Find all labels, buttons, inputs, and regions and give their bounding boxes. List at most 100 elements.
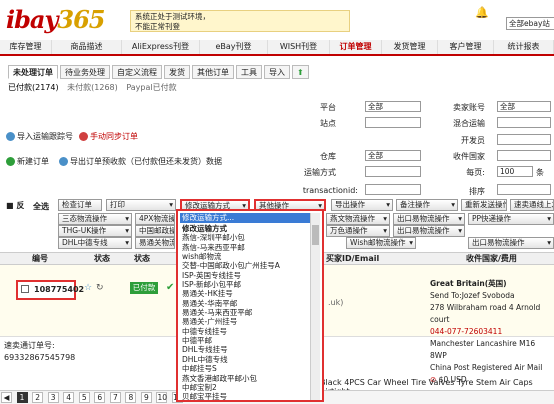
chukou1-ops-button-3[interactable]: 出口易物流操作 ▾ — [468, 237, 554, 249]
china-post-button[interactable]: 中国邮政操作 — [135, 225, 175, 237]
star-icon[interactable]: ☆ — [84, 283, 92, 293]
page-7[interactable]: 7 — [109, 392, 121, 403]
buyer-email[interactable]: .uk) — [328, 298, 343, 307]
status-paypal[interactable]: Paypal已付款 — [126, 83, 176, 92]
buyer-country-select[interactable] — [497, 150, 551, 161]
dropdown-option[interactable]: 中邮挂号S — [180, 364, 308, 373]
nav-aliexpress[interactable]: AliExpress刊登 — [122, 40, 200, 54]
page-8[interactable]: 8 — [125, 392, 137, 403]
export-ops-button[interactable]: 导出操作 ▾ — [331, 199, 393, 211]
dropdown-option[interactable]: 燕信-马来西亚平邮 — [180, 243, 308, 252]
dropdown-option[interactable]: 燕信-深圳平邮小包 — [180, 233, 308, 242]
status-unpaid[interactable]: 未付款(1268) — [67, 83, 118, 92]
nav-reports[interactable]: 统计报表 — [494, 40, 554, 54]
dropdown-option[interactable]: 易通关-HK挂号 — [180, 289, 308, 298]
reverse-checkbox[interactable]: ■ 反 — [6, 200, 24, 211]
wanse-ops-button[interactable]: 万色通操作 ▾ — [326, 225, 390, 237]
page-3[interactable]: 3 — [47, 392, 59, 403]
page-9[interactable]: 9 — [140, 392, 152, 403]
tab-pending-business[interactable]: 待业务处理 — [60, 65, 110, 79]
tracking-number[interactable]: 69332867545798 — [4, 352, 75, 364]
aliexpress-ship-button[interactable]: 速卖通线上发货 — [510, 199, 554, 211]
dropdown-option[interactable]: 中邮宝制2 — [180, 383, 308, 392]
page-5[interactable]: 5 — [78, 392, 90, 403]
tab-ship[interactable]: 发货 — [164, 65, 190, 79]
new-order-action[interactable]: 新建订单 导出订单预收款（已付款但还未发货）数据 — [6, 156, 222, 167]
select-all-link[interactable]: 全选 — [33, 201, 49, 212]
tab-custom-flow[interactable]: 自定义流程 — [112, 65, 162, 79]
nav-customers[interactable]: 客户管理 — [438, 40, 494, 54]
sync-icon — [79, 132, 88, 141]
sort-select[interactable] — [497, 184, 551, 195]
dropdown-option[interactable]: 交替-中国邮政小包广州挂号A — [180, 261, 308, 270]
warehouse-select[interactable]: 全部 — [365, 150, 421, 161]
row-checkbox[interactable] — [21, 285, 29, 293]
dropdown-option[interactable]: 贝邮宝平挂号 — [180, 392, 308, 400]
check-order-button[interactable]: 检查订单 — [58, 199, 102, 211]
tab-import[interactable]: 导入 — [264, 65, 290, 79]
site-select-filter[interactable] — [365, 117, 421, 128]
dropdown-option[interactable]: wish邮物流 — [180, 252, 308, 261]
page-10[interactable]: 10 — [156, 392, 168, 403]
nav-wish[interactable]: WISH刊登 — [268, 40, 330, 54]
print-button[interactable]: 打印 ▾ — [106, 199, 176, 211]
sft-ops-button[interactable]: 三态物流操作 ▾ — [58, 213, 132, 225]
dropdown-option[interactable]: 易通关-华南平邮 — [180, 299, 308, 308]
dropdown-option[interactable]: 中德专线挂号 — [180, 327, 308, 336]
chukou1-ops-button[interactable]: 出口易物流操作 ▾ — [393, 213, 465, 225]
nav-inventory[interactable]: 库存管理 — [0, 40, 52, 54]
resend-button[interactable]: 重新发送操作 — [461, 199, 507, 211]
4px-ops-button[interactable]: 4PX物流操作 — [135, 213, 175, 225]
nav-orders[interactable]: 订单管理 — [330, 40, 382, 54]
platform-select[interactable]: 全部 — [365, 101, 421, 112]
tab-up-arrow-icon[interactable]: ⬆ — [292, 65, 309, 79]
page-2[interactable]: 2 — [32, 392, 44, 403]
shipping-address: Great Britain(英国) Send To:Jozef Svoboda … — [430, 278, 554, 386]
shipping-method-dropdown[interactable]: 修改运输方式... 修改运输方式 燕信-深圳平邮小包 燕信-马来西亚平邮 wish邮物… — [176, 209, 324, 402]
refresh-icon[interactable]: ↻ — [96, 283, 104, 293]
nav-description[interactable]: 商品描述 — [52, 40, 122, 54]
import-tracking-action[interactable]: 导入运输跟踪号 手动同步订单 — [6, 131, 138, 142]
scrollbar-thumb[interactable] — [312, 225, 319, 245]
developer-select[interactable] — [497, 134, 551, 145]
dropdown-option[interactable]: 修改运输方式 — [180, 224, 308, 233]
site-select[interactable]: 全部ebay站 — [506, 17, 554, 30]
dropdown-option[interactable]: DHL专线挂号 — [180, 345, 308, 354]
pp-express-button[interactable]: PP快递操作 ▾ — [468, 213, 554, 225]
etong-ops-button[interactable]: 易通关物流操作 — [135, 237, 175, 249]
nav-ebay[interactable]: eBay刊登 — [200, 40, 268, 54]
chukou1-ops-button-2[interactable]: 出口易物流操作 ▾ — [393, 225, 465, 237]
dropdown-option[interactable]: ISP-新邮小包平邮 — [180, 280, 308, 289]
pager-prev[interactable]: ◀ — [1, 392, 12, 403]
dropdown-option[interactable]: DHL中德专线 — [180, 355, 308, 364]
tracking-label: 速卖通订单号: — [4, 341, 55, 350]
seller-select[interactable]: 全部 — [497, 101, 551, 112]
page-size-unit: 条 — [536, 168, 544, 177]
mixed-carrier-label: 混合运输 — [453, 119, 485, 128]
thg-uk-button[interactable]: THG-UK操作 ▾ — [58, 225, 132, 237]
bell-icon[interactable]: 🔔 — [475, 6, 489, 19]
page-1[interactable]: 1 — [16, 392, 28, 403]
tab-unprocessed[interactable]: 未处理订单 — [8, 65, 58, 79]
dropdown-option[interactable]: 燕文香港邮政平邮小包 — [180, 374, 308, 383]
tab-other-orders[interactable]: 其他订单 — [192, 65, 234, 79]
dropdown-option[interactable]: 易通关-广州挂号 — [180, 317, 308, 326]
remark-ops-button[interactable]: 备注操作 ▾ — [396, 199, 458, 211]
dropdown-scrollbar[interactable] — [310, 213, 320, 400]
dropdown-option[interactable]: ISP-英国专线挂号 — [180, 271, 308, 280]
tab-tools[interactable]: 工具 — [236, 65, 262, 79]
country-name: Great Britain(英国) — [430, 279, 507, 288]
page-6[interactable]: 6 — [94, 392, 106, 403]
page-4[interactable]: 4 — [63, 392, 75, 403]
nav-shipping[interactable]: 发货管理 — [382, 40, 438, 54]
page-size-input[interactable]: 100 — [497, 166, 533, 177]
status-paid[interactable]: 已付款(2174) — [8, 83, 59, 92]
export-icon — [59, 157, 68, 166]
wish-post-button[interactable]: Wish邮物流操作 ▾ — [346, 237, 416, 249]
yanwen-ops-button[interactable]: 燕文物流操作 ▾ — [326, 213, 390, 225]
transaction-id-input[interactable] — [365, 184, 421, 195]
dhl-sino-german-button[interactable]: DHL中德专线 ▾ — [58, 237, 132, 249]
mixed-carrier-select[interactable] — [497, 117, 551, 128]
shipping-select[interactable] — [365, 166, 421, 177]
dropdown-selected[interactable]: 修改运输方式... — [180, 213, 310, 223]
